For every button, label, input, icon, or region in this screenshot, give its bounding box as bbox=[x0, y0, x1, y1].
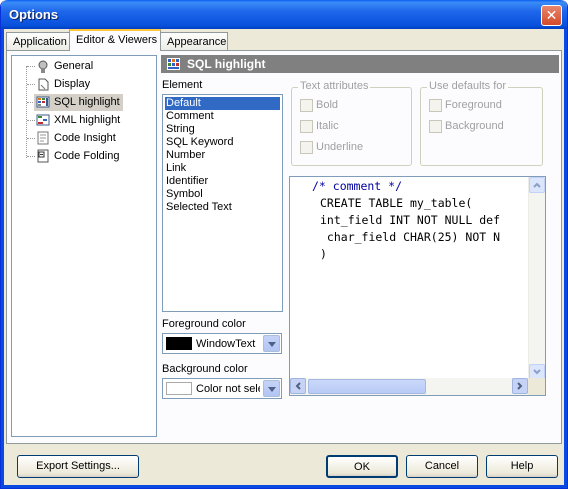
foreground-color-select[interactable]: WindowText bbox=[162, 333, 282, 354]
code-insight-icon bbox=[37, 131, 49, 145]
tree-item-label: SQL highlight bbox=[54, 96, 120, 108]
background-color-label: Background color bbox=[162, 363, 248, 375]
checkbox-box bbox=[429, 120, 442, 133]
color-swatch bbox=[166, 337, 192, 350]
tree-item-sql-highlight[interactable]: SQL highlight bbox=[34, 94, 123, 111]
group-label: Use defaults for bbox=[427, 80, 509, 92]
list-item[interactable]: Link bbox=[165, 162, 186, 175]
section-header: SQL highlight bbox=[161, 55, 559, 73]
window-title: Options bbox=[9, 7, 59, 22]
chevron-up-icon bbox=[533, 182, 541, 188]
tree-item-display[interactable]: Display bbox=[34, 76, 93, 93]
close-icon: ✕ bbox=[545, 7, 558, 23]
background-color-select[interactable]: Color not sele bbox=[162, 378, 282, 399]
tree-item-label: Code Folding bbox=[54, 150, 120, 162]
checkbox-box bbox=[300, 120, 313, 133]
element-label: Element bbox=[162, 79, 203, 91]
chevron-right-icon bbox=[517, 382, 523, 390]
vertical-scrollbar[interactable] bbox=[528, 177, 545, 380]
group-label: Text attributes bbox=[298, 80, 371, 92]
list-item[interactable]: Identifier bbox=[165, 175, 208, 188]
horizontal-scrollbar[interactable] bbox=[290, 378, 528, 395]
xml-highlight-icon bbox=[36, 114, 50, 126]
tree-connector bbox=[26, 66, 27, 158]
checkbox-label: Underline bbox=[316, 141, 364, 153]
selected-value: Color not sele bbox=[196, 383, 260, 395]
preview-line: /* comment */ bbox=[312, 179, 403, 193]
options-tree[interactable]: General Display SQL highlight XML highli… bbox=[11, 55, 157, 437]
list-item[interactable]: Selected Text bbox=[165, 201, 232, 214]
list-item[interactable]: String bbox=[165, 123, 195, 136]
checkbox-box bbox=[300, 141, 313, 154]
options-dialog: Options ✕ Application Editor & Viewers A… bbox=[0, 0, 568, 489]
list-item[interactable]: SQL Keyword bbox=[165, 136, 233, 149]
chevron-down-icon bbox=[533, 369, 541, 375]
preview-line: char_field CHAR(25) NOT N bbox=[320, 230, 501, 244]
tree-item-label: Display bbox=[54, 78, 91, 90]
scroll-up-button[interactable] bbox=[529, 177, 545, 193]
grid-icon bbox=[167, 58, 180, 70]
scroll-corner bbox=[528, 378, 545, 395]
scroll-right-button[interactable] bbox=[512, 378, 528, 394]
checkbox-label: Bold bbox=[316, 99, 339, 111]
text-attributes-group: Text attributes Bold Italic Underline bbox=[291, 80, 412, 166]
tree-item-label: Code Insight bbox=[54, 132, 116, 144]
list-item[interactable]: Default bbox=[165, 97, 280, 110]
general-icon bbox=[38, 60, 48, 73]
foreground-color-label: Foreground color bbox=[162, 318, 246, 330]
selected-value: WindowText bbox=[196, 338, 256, 350]
checkbox-box bbox=[300, 99, 313, 112]
tree-item-general[interactable]: General bbox=[34, 58, 96, 75]
chevron-left-icon bbox=[295, 382, 301, 390]
tree-item-label: XML highlight bbox=[54, 114, 121, 126]
display-icon bbox=[38, 78, 49, 91]
color-swatch bbox=[166, 382, 192, 395]
chevron-down-icon[interactable] bbox=[263, 335, 280, 352]
checkbox-label: Background bbox=[445, 120, 504, 132]
use-defaults-group: Use defaults for Foreground Background bbox=[420, 80, 543, 166]
checkbox-label: Foreground bbox=[445, 99, 502, 111]
checkbox-box bbox=[429, 99, 442, 112]
chevron-down-icon[interactable] bbox=[263, 380, 280, 397]
preview-line: CREATE TABLE my_table( bbox=[320, 196, 473, 210]
list-item[interactable]: Symbol bbox=[165, 188, 203, 201]
title-bar[interactable]: Options ✕ bbox=[1, 0, 567, 29]
sql-highlight-icon bbox=[36, 96, 50, 108]
close-button[interactable]: ✕ bbox=[541, 5, 562, 26]
list-item[interactable]: Comment bbox=[165, 110, 214, 123]
tree-item-xml-highlight[interactable]: XML highlight bbox=[34, 112, 123, 129]
sql-preview-editor[interactable]: /* comment */ CREATE TABLE my_table( int… bbox=[289, 176, 546, 396]
checkbox-label: Italic bbox=[316, 120, 339, 132]
list-item[interactable]: Number bbox=[165, 149, 205, 162]
preview-line: ) bbox=[320, 247, 327, 261]
tab-panel: General Display SQL highlight XML highli… bbox=[6, 50, 562, 444]
code-folding-icon bbox=[37, 149, 49, 163]
section-title: SQL highlight bbox=[187, 57, 266, 71]
tab-label: Editor & Viewers bbox=[76, 34, 158, 46]
preview-line: int_field INT NOT NULL def bbox=[320, 213, 501, 227]
scroll-left-button[interactable] bbox=[290, 378, 306, 394]
scroll-thumb[interactable] bbox=[308, 379, 426, 394]
element-list[interactable]: Default Comment String SQL Keyword Numbe… bbox=[162, 94, 283, 312]
tree-item-label: General bbox=[54, 60, 94, 72]
tree-item-code-insight[interactable]: Code Insight bbox=[34, 130, 119, 147]
tab-editor-viewers[interactable]: Editor & Viewers bbox=[69, 29, 161, 51]
tree-item-code-folding[interactable]: Code Folding bbox=[34, 148, 122, 165]
